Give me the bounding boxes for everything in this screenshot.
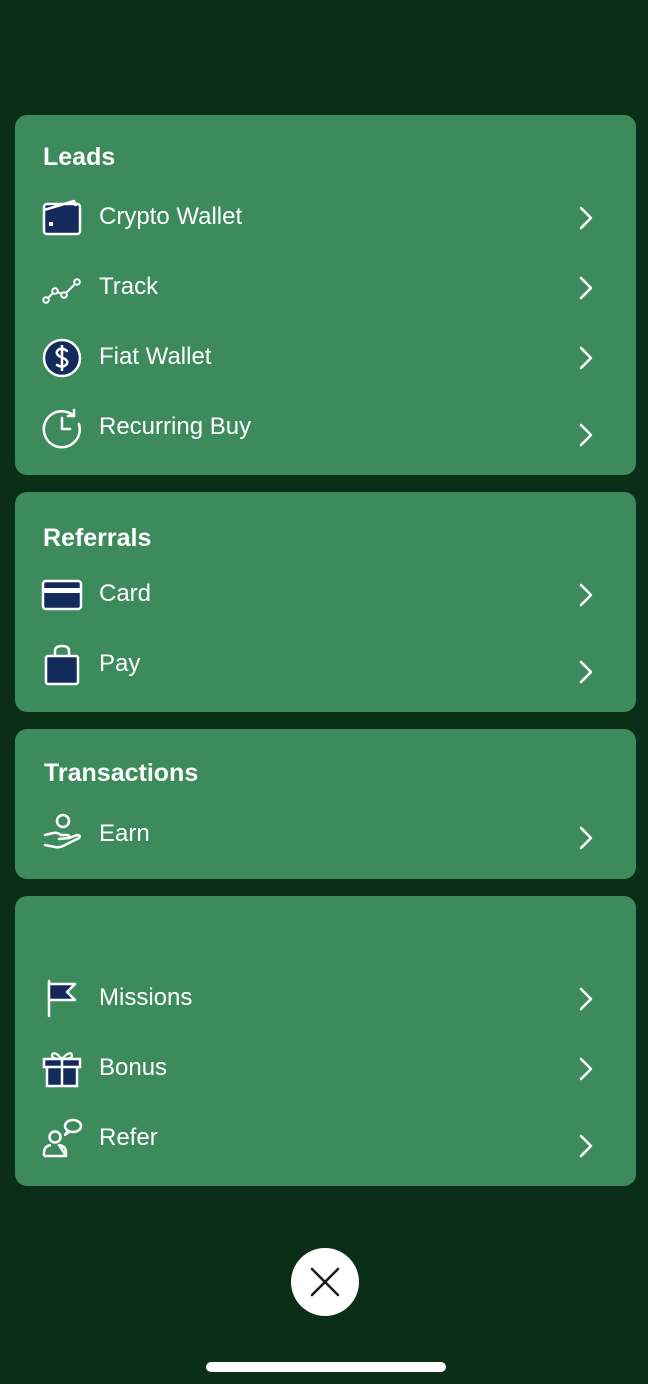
- menu-item-card[interactable]: Card: [15, 562, 636, 626]
- menu-item-fiat-wallet[interactable]: Fiat Wallet: [15, 325, 636, 389]
- section-title-referrals: Referrals: [43, 524, 152, 552]
- menu-item-label: Card: [99, 580, 152, 607]
- person-speech-icon: [41, 1118, 83, 1160]
- section-title-leads: Leads: [43, 143, 116, 171]
- menu-item-pay[interactable]: Pay: [15, 632, 636, 696]
- shopping-bag-icon: [41, 644, 83, 686]
- menu-item-label: Bonus: [99, 1054, 168, 1081]
- chevron-right-icon: [577, 1056, 595, 1082]
- gift-icon: [41, 1048, 83, 1090]
- menu-item-label: Missions: [99, 984, 193, 1011]
- chevron-right-icon: [577, 986, 595, 1012]
- flag-icon: [41, 978, 83, 1020]
- menu-item-label: Pay: [99, 650, 141, 677]
- transactions-card: Transactions Earn: [15, 729, 636, 879]
- referrals-card: Referrals Card Pay: [15, 492, 636, 712]
- menu-item-crypto-wallet[interactable]: Crypto Wallet: [15, 185, 636, 249]
- credit-card-icon: [41, 574, 83, 616]
- menu-item-track[interactable]: Track: [15, 255, 636, 319]
- chevron-right-icon: [577, 1133, 595, 1159]
- menu-item-bonus[interactable]: Bonus: [15, 1036, 636, 1100]
- chevron-right-icon: [577, 582, 595, 608]
- dollar-circle-icon: [41, 337, 83, 379]
- leads-card: Leads Crypto Wallet Track Fiat Wallet Re…: [15, 115, 636, 475]
- chevron-right-icon: [577, 275, 595, 301]
- menu-item-missions[interactable]: Missions: [15, 966, 636, 1030]
- menu-item-earn[interactable]: Earn: [15, 799, 636, 863]
- wallet-icon: [41, 197, 83, 239]
- menu-item-label: Recurring Buy: [99, 413, 252, 440]
- chevron-right-icon: [577, 205, 595, 231]
- menu-item-label: Earn: [99, 820, 150, 847]
- menu-item-label: Track: [99, 273, 159, 300]
- chevron-right-icon: [577, 345, 595, 371]
- chevron-right-icon: [577, 659, 595, 685]
- menu-item-recurring-buy[interactable]: Recurring Buy: [15, 395, 636, 459]
- menu-item-label: Crypto Wallet: [99, 203, 243, 230]
- clock-refresh-icon: [41, 407, 83, 449]
- section-title-transactions: Transactions: [44, 759, 199, 787]
- more-card: Missions Bonus Refer: [15, 896, 636, 1186]
- close-icon: [310, 1267, 340, 1297]
- trend-line-icon: [41, 267, 83, 309]
- hand-coin-icon: [41, 811, 83, 853]
- chevron-right-icon: [577, 825, 595, 851]
- close-button[interactable]: [291, 1248, 359, 1316]
- home-indicator: [206, 1362, 446, 1372]
- menu-item-refer[interactable]: Refer: [15, 1106, 636, 1170]
- menu-item-label: Fiat Wallet: [99, 343, 212, 370]
- menu-item-label: Refer: [99, 1124, 158, 1151]
- chevron-right-icon: [577, 422, 595, 448]
